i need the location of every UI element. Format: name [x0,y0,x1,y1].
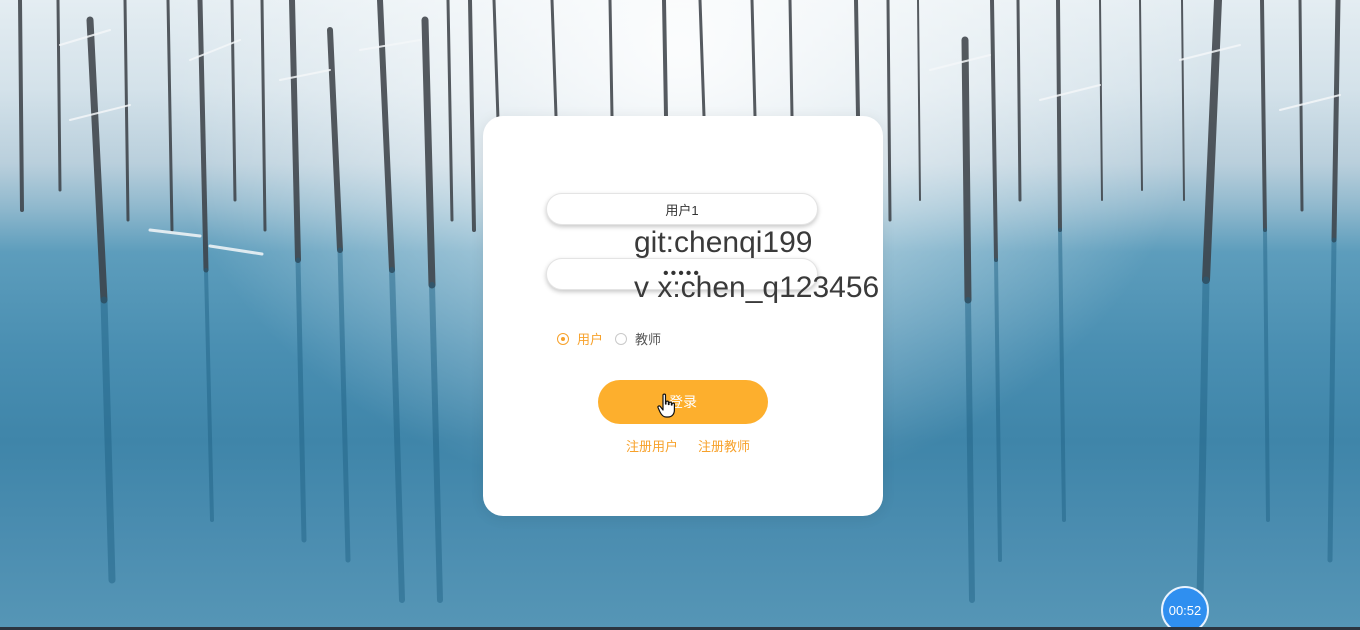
register-links: 注册用户 注册教师 [626,436,770,455]
role-option-label: 教师 [635,333,662,348]
username-input[interactable] [546,193,818,225]
password-input[interactable] [546,258,818,290]
register-user-link[interactable]: 注册用户 [626,436,678,455]
role-radio-group: 用户 教师 [557,329,673,348]
login-card: 用户 教师 登录 注册用户 注册教师 [483,116,883,516]
hand-pointer-icon [657,393,675,418]
role-option-teacher[interactable]: 教师 [615,329,661,348]
role-option-label: 用户 [577,333,604,348]
timer-badge[interactable]: 00:52 [1161,586,1209,630]
register-teacher-link[interactable]: 注册教师 [698,436,750,455]
role-option-user[interactable]: 用户 [557,329,603,348]
radio-unchecked-icon[interactable] [615,332,628,345]
login-page: 用户 教师 登录 注册用户 注册教师 git:chenqi199 v x:che… [0,0,1360,630]
login-button[interactable]: 登录 [598,380,768,424]
radio-checked-icon[interactable] [557,332,569,345]
